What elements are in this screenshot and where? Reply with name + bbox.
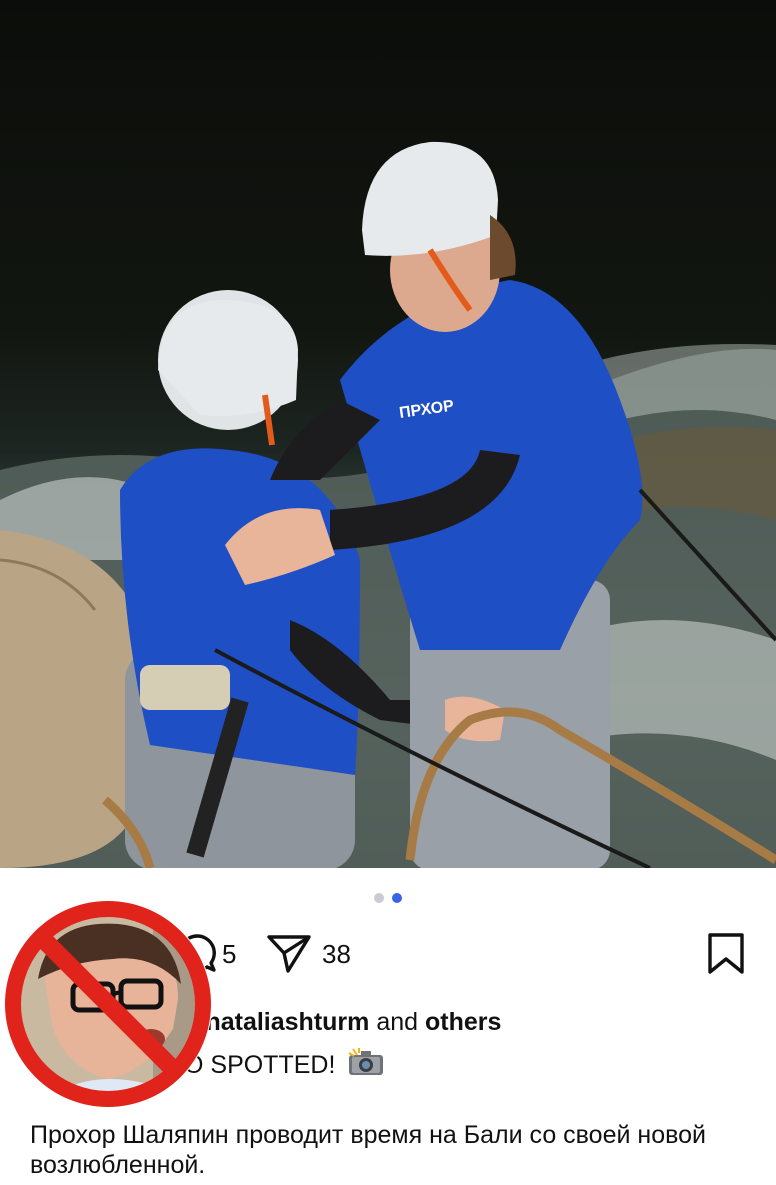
liker-username[interactable]: nataliashturm: [205, 1008, 369, 1036]
likes-others-link[interactable]: others: [425, 1008, 501, 1036]
bookmark-icon[interactable]: [706, 932, 746, 981]
comment-count: 5: [222, 939, 237, 969]
caption-body: Прохор Шаляпин проводит время на Бали со…: [30, 1121, 706, 1179]
carousel-dot-1: [374, 893, 384, 903]
post-photo[interactable]: ПРХОР: [0, 0, 776, 868]
avatar-prohibited[interactable]: [3, 899, 213, 1109]
paper-plane-icon[interactable]: [266, 932, 312, 979]
photo-illustration: ПРХОР: [0, 141, 776, 868]
likes-middle: and: [369, 1008, 425, 1036]
camera-flash-icon: [347, 1047, 385, 1084]
likes-summary: y nataliashturm and others: [186, 1008, 501, 1037]
share-count: 38: [322, 939, 351, 969]
carousel-dot-2-active: [392, 893, 402, 903]
caption-head: O SPOTTED!: [184, 1047, 385, 1084]
